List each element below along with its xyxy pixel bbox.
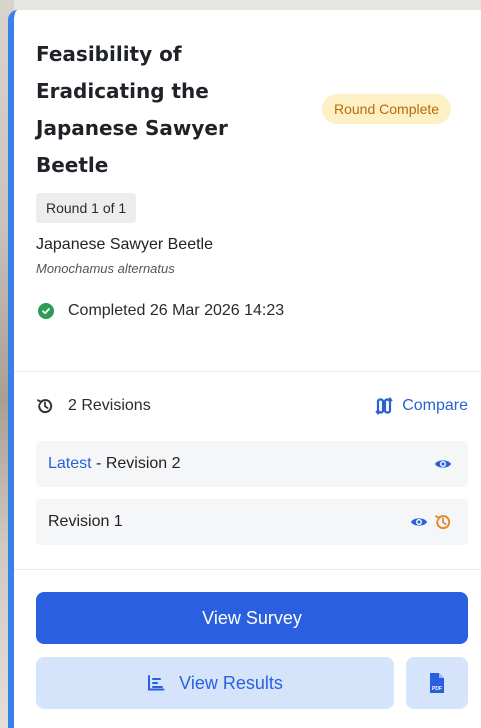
revision-name: Revision 1 [48, 513, 123, 530]
pdf-label: PDF [432, 686, 442, 692]
card-header: Feasibility of Eradicating the Japanese … [14, 10, 481, 372]
compare-button[interactable]: Compare [374, 396, 468, 416]
revision-row-latest[interactable]: Latest - Revision 2 [36, 441, 468, 487]
title-line: Japanese Sawyer [36, 116, 228, 140]
status-badge: Round Complete [322, 94, 452, 124]
check-circle-icon [38, 303, 54, 319]
eye-icon[interactable] [434, 457, 452, 471]
species-scientific-name: Monochamus alternatus [36, 261, 175, 276]
revision-count: 2 Revisions [36, 397, 151, 415]
revision-count-label: 2 Revisions [68, 397, 151, 414]
latest-tag: Latest [48, 455, 92, 472]
title-line: Beetle [36, 153, 109, 177]
restore-icon[interactable] [434, 513, 452, 531]
divider [14, 569, 481, 570]
revision-label: Latest - Revision 2 [48, 455, 181, 473]
eye-icon[interactable] [410, 515, 428, 529]
history-icon [37, 399, 53, 414]
revision-actions [434, 457, 452, 471]
revision-name: - Revision 2 [91, 455, 181, 472]
title-line: Eradicating the [36, 79, 209, 103]
survey-card: Feasibility of Eradicating the Japanese … [8, 10, 481, 728]
view-results-label: View Results [179, 672, 283, 693]
revision-row-1[interactable]: Revision 1 [36, 499, 468, 545]
divider [14, 371, 481, 372]
compare-label: Compare [402, 397, 468, 414]
view-survey-button[interactable]: View Survey [36, 592, 468, 644]
round-label: Round 1 of 1 [36, 193, 137, 223]
revisions-header: 2 Revisions Compare [36, 396, 468, 416]
bar-chart-icon [148, 675, 165, 691]
view-results-button[interactable]: View Results [36, 657, 394, 709]
title-line: Feasibility of [36, 42, 182, 66]
compare-arrows-icon [375, 397, 393, 415]
download-pdf-button[interactable]: PDF [406, 657, 468, 709]
revision-label: Revision 1 [48, 513, 123, 531]
revision-actions [410, 513, 452, 531]
survey-title: Feasibility of Eradicating the Japanese … [36, 36, 286, 184]
pdf-file-icon: PDF [430, 673, 444, 693]
species-common-name: Japanese Sawyer Beetle [36, 236, 213, 253]
completed-date: Completed 26 Mar 2026 14:23 [68, 302, 285, 319]
completion-status: Completed 26 Mar 2026 14:23 [38, 302, 284, 320]
